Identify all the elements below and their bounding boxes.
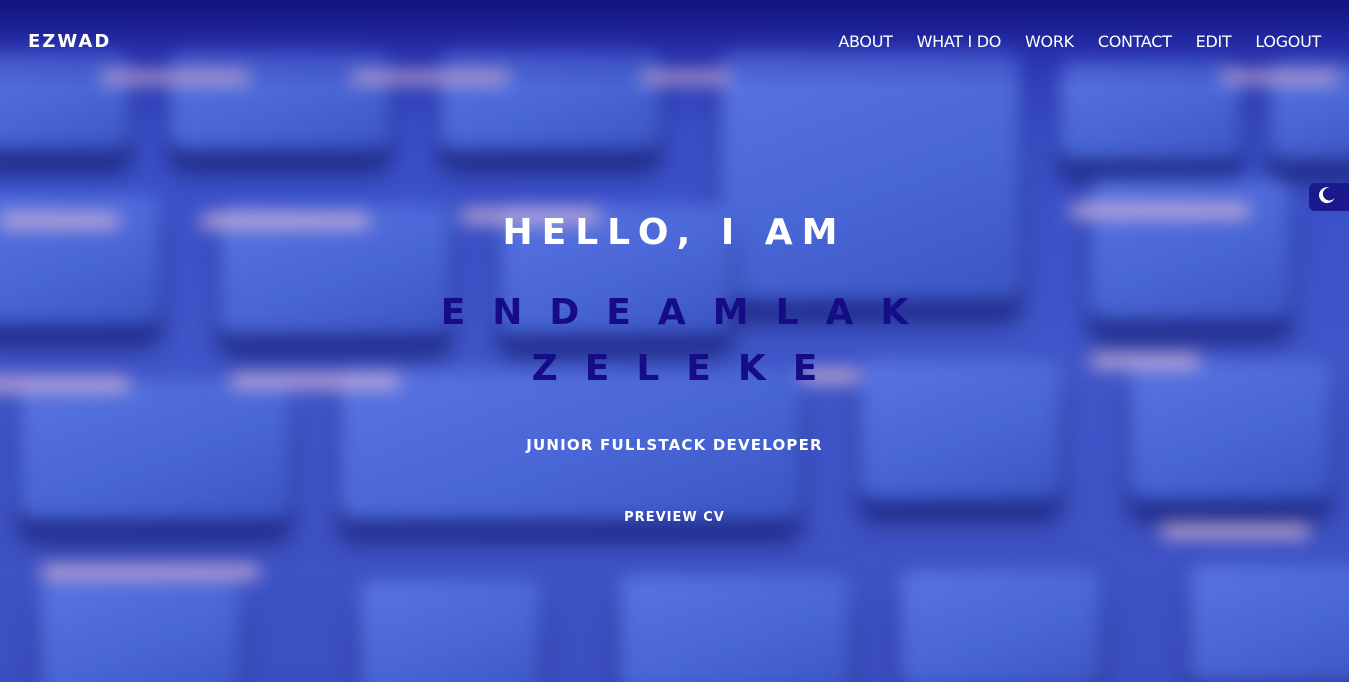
hero-role-subtitle: JUNIOR FULLSTACK DEVELOPER — [526, 436, 823, 454]
nav-link-contact[interactable]: CONTACT — [1098, 32, 1172, 51]
hero-name-first: ENDEAMLAK — [440, 292, 936, 333]
hero-name-last: ZELEKE — [531, 348, 845, 389]
top-navigation: EZWAD ABOUT WHAT I DO WORK CONTACT EDIT … — [0, 0, 1349, 84]
theme-toggle-button[interactable] — [1309, 183, 1349, 211]
nav-links: ABOUT WHAT I DO WORK CONTACT EDIT LOGOUT — [838, 32, 1321, 51]
nav-link-what-i-do[interactable]: WHAT I DO — [917, 32, 1002, 51]
preview-cv-button[interactable]: PREVIEW CV — [620, 508, 729, 527]
moon-icon — [1317, 185, 1337, 209]
keyboard-background-image — [0, 0, 1349, 682]
brand-logo[interactable]: EZWAD — [28, 31, 111, 52]
nav-link-logout[interactable]: LOGOUT — [1255, 32, 1321, 51]
cta-container: PREVIEW CV — [0, 506, 1349, 527]
hero-section: EZWAD ABOUT WHAT I DO WORK CONTACT EDIT … — [0, 0, 1349, 682]
nav-link-work[interactable]: WORK — [1025, 32, 1074, 51]
hero-greeting: HELLO, I AM — [502, 212, 847, 253]
nav-link-about[interactable]: ABOUT — [838, 32, 893, 51]
nav-link-edit[interactable]: EDIT — [1196, 32, 1232, 51]
